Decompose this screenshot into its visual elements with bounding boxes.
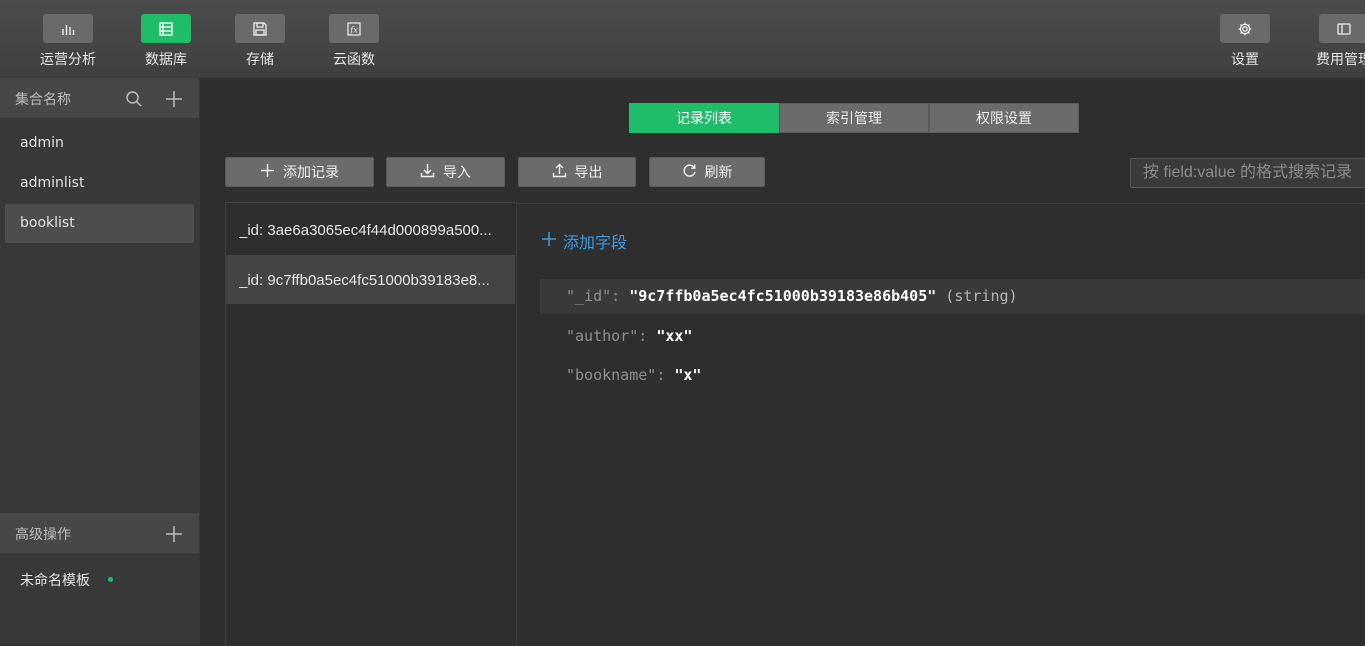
- collection-item-admin[interactable]: admin: [5, 124, 194, 163]
- record-id: _id: 9c7ffb0a5ec4fc51000b39183e8...: [239, 272, 490, 289]
- search-input[interactable]: [1130, 158, 1365, 188]
- records-list: _id: 3ae6a3065ec4f44d000899a500... _id: …: [225, 202, 517, 646]
- toolbar-billing[interactable]: 费用管理: [1304, 14, 1365, 69]
- collection-item-booklist[interactable]: booklist: [5, 204, 194, 243]
- advanced-title: 高级操作: [15, 527, 71, 543]
- import-button[interactable]: 导入: [386, 157, 505, 187]
- toolbar-storage[interactable]: 存储: [220, 14, 300, 69]
- field-type: (string): [945, 287, 1018, 305]
- refresh-icon: [682, 163, 697, 182]
- export-button[interactable]: 导出: [518, 157, 636, 187]
- add-field-button[interactable]: 添加字段: [541, 229, 627, 253]
- top-toolbar: 运营分析 数据库 存储 fx 云函数 设置 费用管理: [0, 0, 1365, 78]
- field-row-id[interactable]: "_id": "9c7ffb0a5ec4fc51000b39183e86b405…: [540, 279, 1365, 314]
- toolbar-database-label: 数据库: [145, 52, 187, 68]
- add-field-label: 添加字段: [563, 233, 628, 252]
- field-row-author[interactable]: "author": "xx": [540, 319, 1365, 354]
- tab-permission-settings[interactable]: 权限设置: [929, 103, 1079, 133]
- field-colon: :: [611, 287, 630, 305]
- add-template-icon[interactable]: [165, 525, 183, 543]
- add-record-label: 添加记录: [283, 165, 339, 181]
- field-key: "author": [566, 327, 639, 345]
- bar-chart-icon: [43, 14, 93, 43]
- record-item[interactable]: _id: 9c7ffb0a5ec4fc51000b39183e8...: [226, 255, 515, 304]
- view-tabs: 记录列表 索引管理 权限设置: [629, 103, 1079, 133]
- search-icon[interactable]: [125, 90, 143, 108]
- toolbar-billing-label: 费用管理: [1316, 52, 1365, 68]
- function-icon: fx: [329, 14, 379, 43]
- refresh-label: 刷新: [704, 165, 733, 181]
- collection-name: admin: [20, 135, 64, 151]
- field-value: "9c7ffb0a5ec4fc51000b39183e86b405": [629, 287, 937, 305]
- record-item[interactable]: _id: 3ae6a3065ec4f44d000899a500...: [226, 205, 515, 254]
- advanced-header: 高级操作: [0, 513, 199, 553]
- download-icon: [420, 163, 435, 182]
- wallet-icon: [1319, 14, 1365, 43]
- record-id: _id: 3ae6a3065ec4f44d000899a500...: [239, 222, 492, 239]
- collections-header: 集合名称: [0, 78, 199, 118]
- field-row-bookname[interactable]: "bookname": "x": [540, 358, 1365, 393]
- upload-icon: [552, 163, 567, 182]
- field-value: "x": [674, 366, 702, 384]
- template-item[interactable]: 未命名模板: [20, 570, 90, 590]
- toolbar-analytics[interactable]: 运营分析: [28, 14, 108, 69]
- toolbar-storage-label: 存储: [246, 52, 274, 68]
- collection-name: adminlist: [20, 175, 85, 191]
- field-key: "bookname": [566, 366, 657, 384]
- add-record-button[interactable]: 添加记录: [225, 157, 374, 187]
- toolbar-database[interactable]: 数据库: [126, 14, 206, 69]
- field-colon: :: [656, 366, 675, 384]
- toolbar-cloud-function[interactable]: fx 云函数: [314, 14, 394, 69]
- save-icon: [235, 14, 285, 43]
- toolbar-analytics-label: 运营分析: [40, 52, 96, 68]
- gear-icon: [1220, 14, 1270, 43]
- status-dot-icon: [108, 577, 113, 582]
- toolbar-settings-label: 设置: [1231, 52, 1259, 68]
- field-key: "_id": [566, 287, 612, 305]
- tab-record-list[interactable]: 记录列表: [629, 103, 779, 133]
- svg-text:fx: fx: [349, 25, 358, 34]
- add-collection-icon[interactable]: [165, 90, 183, 108]
- export-label: 导出: [574, 165, 603, 181]
- collection-name: booklist: [20, 215, 75, 231]
- record-detail: [516, 203, 1365, 646]
- toolbar-settings[interactable]: 设置: [1205, 14, 1285, 69]
- plus-icon: [260, 163, 275, 182]
- collections-sidebar: 集合名称 admin adminlist booklist 高级操作 未命名模板: [0, 78, 200, 645]
- import-label: 导入: [443, 165, 471, 181]
- refresh-button[interactable]: 刷新: [649, 157, 765, 187]
- field-colon: :: [638, 327, 657, 345]
- database-icon: [141, 14, 191, 43]
- collection-item-adminlist[interactable]: adminlist: [5, 164, 194, 203]
- plus-icon: [541, 231, 557, 251]
- toolbar-cloud-function-label: 云函数: [333, 52, 375, 68]
- collections-title: 集合名称: [15, 92, 71, 108]
- tab-index-management[interactable]: 索引管理: [779, 103, 929, 133]
- field-value: "xx": [656, 327, 693, 345]
